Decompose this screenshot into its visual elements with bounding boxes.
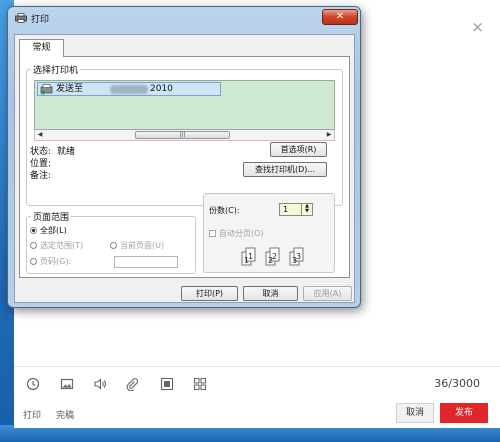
radio-pages-button [30,258,37,265]
copies-label: 份数(C): [209,206,240,215]
dialog-title: 打印 [31,15,50,25]
horizontal-scrollbar[interactable]: ◀ ||| ▶ [34,130,335,141]
printer-list-item[interactable]: 发送至 2010 [37,82,221,96]
apply-button: 应用(A) [303,286,352,301]
radio-selection-button [30,242,37,249]
collate-digit-1b: 1 [248,252,253,261]
select-printer-label: 选择打印机 [31,63,81,76]
collate-checkbox-box [209,230,216,237]
collate-digit-3b: 3 [296,252,301,261]
editor-toolbar: 36/3000 [14,366,500,398]
speaker-icon[interactable] [93,377,107,391]
cancel-button[interactable]: 取消 [243,286,298,301]
status-value: 就绪 [57,147,76,157]
finish-link[interactable]: 完稿 [56,408,74,421]
scroll-right-icon[interactable]: ▶ [324,130,334,140]
image-icon[interactable] [60,377,74,391]
radio-all-label: 全部(L) [40,226,67,235]
radio-all[interactable]: 全部(L) [30,225,67,236]
print-button[interactable]: 打印(P) [181,286,238,301]
page-range-group: 页面范围 全部(L) 选定范围(T) 当前页面(U) 页码(G): [26,210,196,274]
page-range-input [114,256,178,268]
collate-label: 自动分页(O) [219,229,264,238]
collate-pages-icon: 1 1 2 2 3 3 [241,247,304,266]
radio-selection-label: 选定范围(T) [40,241,84,250]
print-dialog: 打印 ✕ 常规 选择打印机 发送至 2010 ◀ ||| ▶ 状态: 就绪 位置… [7,6,361,308]
character-counter: 36/3000 [434,377,480,390]
publish-button[interactable]: 发布 [440,403,488,423]
clock-icon[interactable] [26,377,40,391]
tab-general[interactable]: 常规 [19,39,64,57]
copies-value[interactable]: 1 [283,204,288,216]
editor-close-icon[interactable]: × [471,18,484,36]
editor-footer: 打印 完稿 取消 发布 [14,400,500,428]
grid-icon[interactable] [193,377,207,391]
printer-list[interactable]: 发送至 2010 [34,80,335,130]
preferences-button[interactable]: 首选项(R) [270,142,327,157]
copies-group: 份数(C): 1 ▲ ▼ 自动分页(O) 1 1 2 2 3 3 [203,193,335,273]
radio-pages-label: 页码(G): [40,257,72,266]
select-printer-group: 选择打印机 发送至 2010 ◀ ||| ▶ 状态: 就绪 位置: 备注: 首选… [26,63,343,206]
redacted-text [110,85,148,94]
comment-label: 备注: [30,171,52,181]
printer-icon [15,13,27,23]
print-link[interactable]: 打印 [23,408,41,421]
radio-current-page-button [110,242,117,249]
radio-current-page-label: 当前页面(U) [120,241,165,250]
dialog-close-button[interactable]: ✕ [322,9,358,25]
dialog-titlebar[interactable]: 打印 ✕ [8,7,360,31]
radio-all-button[interactable] [30,227,37,234]
editor-cancel-button[interactable]: 取消 [396,403,434,423]
printer-name-prefix: 发送至 [56,84,84,94]
radio-current-page: 当前页面(U) [110,240,164,251]
dialog-body: 常规 选择打印机 发送至 2010 ◀ ||| ▶ 状态: 就绪 位置: 备注:… [14,34,355,303]
printer-name-suffix: 2010 [150,84,173,94]
collate-digit-2b: 2 [272,252,277,261]
copies-spinner[interactable]: 1 ▲ ▼ [279,203,313,216]
fax-printer-icon [40,84,53,95]
spinner-arrows-icon[interactable]: ▲ ▼ [301,204,312,215]
collate-checkbox: 自动分页(O) [209,228,264,239]
radio-selection: 选定范围(T) [30,240,83,251]
scroll-left-icon[interactable]: ◀ [35,130,45,140]
page-range-label: 页面范围 [31,210,72,223]
find-printer-button[interactable]: 查找打印机(D)... [243,162,327,177]
radio-pages: 页码(G): [30,256,71,267]
attachment-icon[interactable] [125,377,139,391]
scrollbar-thumb[interactable]: ||| [135,131,230,139]
video-icon[interactable] [160,377,174,391]
